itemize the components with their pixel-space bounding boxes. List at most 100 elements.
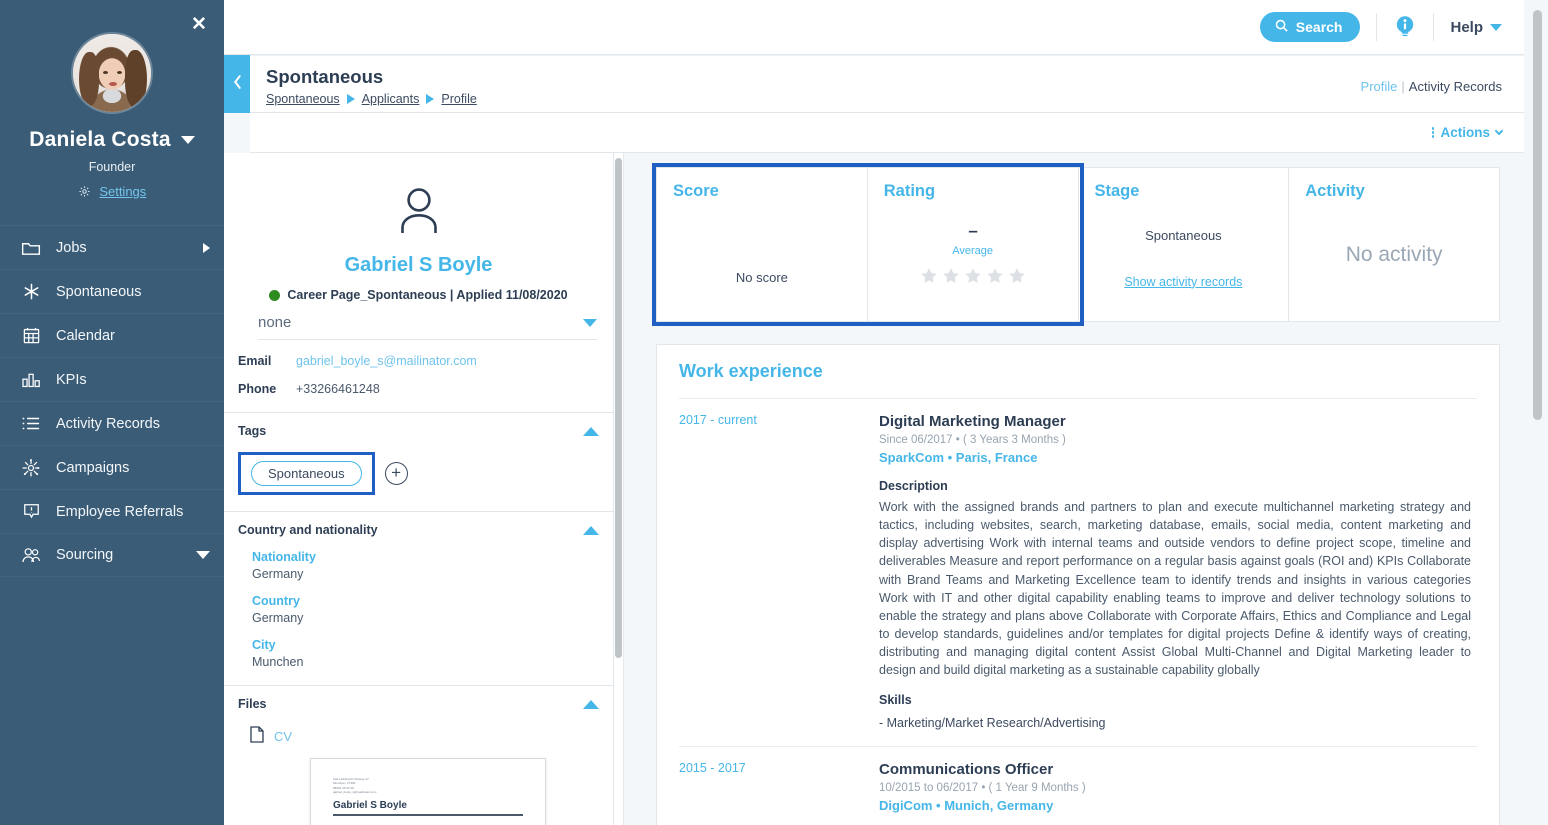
- sidebar-item-activity-records[interactable]: Activity Records: [0, 401, 224, 445]
- tag-highlight-box: Spontaneous: [238, 452, 375, 495]
- description-label: Description: [879, 479, 948, 493]
- card-body: Spontaneous Show activity records: [1095, 201, 1273, 309]
- star-icon[interactable]: [920, 267, 938, 290]
- job-entry: 2017 - current Digital Marketing Manager…: [679, 398, 1477, 730]
- more-vertical-icon: [1431, 127, 1435, 138]
- candidate-name[interactable]: Gabriel S Boyle: [224, 254, 613, 277]
- breadcrumb-item-2[interactable]: Profile: [441, 92, 476, 106]
- owner-select[interactable]: none: [258, 314, 597, 340]
- score-value: No score: [735, 269, 788, 285]
- tags-section: Tags Spontaneous +: [224, 412, 613, 507]
- divider: [1376, 13, 1378, 41]
- collapse-panel-button[interactable]: [224, 55, 250, 113]
- breadcrumb-separator-icon: [426, 94, 435, 105]
- sidebar-item-campaigns[interactable]: Campaigns: [0, 445, 224, 489]
- sidebar-item-label: Activity Records: [56, 415, 160, 432]
- tag-chip[interactable]: Spontaneous: [251, 461, 362, 486]
- skills-label: Skills: [879, 693, 912, 708]
- job-description: Work with the assigned brands and partne…: [879, 500, 1471, 678]
- profile-panel-scrollbar[interactable]: [615, 158, 622, 658]
- breadcrumb-item-0[interactable]: Spontaneous: [266, 92, 340, 106]
- work-experience-section: Work experience 2017 - current Digital M…: [656, 344, 1500, 825]
- rating-stars[interactable]: [920, 267, 1026, 290]
- card-body: – Average: [884, 201, 1062, 309]
- job-role: Digital Marketing Manager: [879, 413, 1066, 430]
- rating-value: –: [968, 220, 978, 240]
- cv-divider: [333, 814, 523, 817]
- file-link-cv[interactable]: CV: [274, 729, 292, 744]
- sidebar-item-label: Campaigns: [56, 459, 130, 476]
- cv-name: Gabriel S Boyle: [333, 800, 407, 812]
- person-icon: [224, 153, 613, 240]
- close-icon[interactable]: ✕: [188, 14, 210, 36]
- card-title: Rating: [883, 182, 936, 200]
- star-icon[interactable]: [1008, 267, 1026, 290]
- card-body: No score: [673, 201, 851, 309]
- breadcrumb: Spontaneous Applicants Profile: [266, 92, 477, 106]
- actions-label: Actions: [1440, 125, 1490, 140]
- card-activity: Activity No activity: [1289, 168, 1499, 321]
- star-icon[interactable]: [964, 267, 982, 290]
- email-value[interactable]: gabriel_boyle_s@mailinator.com: [296, 354, 477, 368]
- sidebar-item-calendar[interactable]: Calendar: [0, 313, 224, 357]
- files-title: Files: [238, 697, 267, 711]
- main-scrollbar[interactable]: [1533, 10, 1542, 420]
- list-icon: [18, 413, 44, 435]
- job-details: Communications Officer 10/2015 to 06/201…: [879, 761, 1477, 825]
- sidebar-item-label: Calendar: [56, 327, 115, 344]
- page-header: Spontaneous Spontaneous Applicants Profi…: [250, 55, 1524, 113]
- card-title: Score: [673, 182, 719, 200]
- field-value: Germany: [252, 611, 304, 625]
- sidebar-nav: Jobs Spontaneous Calendar KPIs Activity …: [0, 225, 224, 577]
- collapse-triangle-icon[interactable]: [583, 426, 599, 436]
- job-skills: - Marketing/Market Research/Advertising: [879, 716, 1106, 731]
- tab-profile[interactable]: Profile: [1361, 79, 1398, 94]
- sidebar-item-label: Spontaneous: [56, 283, 142, 300]
- cv-email: gabriel_boyle_s@mailinator.com: [333, 790, 377, 795]
- owner-select-value: none: [258, 314, 292, 331]
- phone-label: Phone: [238, 382, 277, 396]
- search-button[interactable]: Search: [1259, 12, 1361, 42]
- asterisk-icon: [18, 281, 44, 303]
- country-section: Country and nationality Nationality Germ…: [224, 511, 613, 681]
- sidebar-item-jobs[interactable]: Jobs: [0, 225, 224, 269]
- help-menu-button[interactable]: Help: [1450, 19, 1502, 36]
- job-details: Digital Marketing Manager Since 06/2017 …: [879, 413, 1477, 730]
- show-activity-records-link[interactable]: Show activity records: [1124, 275, 1242, 289]
- card-stage: Stage Spontaneous Show activity records: [1079, 168, 1290, 321]
- summary-cards: Score No score Rating – Average Stage Sp…: [652, 163, 1500, 326]
- sidebar-item-spontaneous[interactable]: Spontaneous: [0, 269, 224, 313]
- email-row: Email gabriel_boyle_s@mailinator.com: [238, 354, 597, 368]
- folder-icon: [18, 237, 44, 259]
- email-label: Email: [238, 354, 272, 368]
- info-bulb-icon[interactable]: [1393, 14, 1417, 40]
- collapse-triangle-icon[interactable]: [583, 699, 599, 709]
- add-tag-button[interactable]: +: [384, 462, 408, 485]
- job-duration: 10/2015 to 06/2017 • ( 1 Year 9 Months ): [879, 782, 1086, 795]
- files-section: Files CV Karl Liebknecht Strasse 47 Munc…: [224, 685, 613, 825]
- actions-menu-button[interactable]: Actions: [1431, 125, 1504, 140]
- sidebar-item-employee-referrals[interactable]: Employee Referrals: [0, 489, 224, 533]
- users-icon: [18, 544, 44, 566]
- user-menu-button[interactable]: Daniela Costa: [0, 128, 224, 152]
- card-body: No activity: [1305, 201, 1483, 309]
- actions-bar: Actions: [250, 113, 1524, 153]
- chevron-right-icon: [203, 242, 210, 253]
- sidebar-item-label: Sourcing: [56, 547, 114, 563]
- status-dot: [269, 289, 281, 301]
- job-role: Communications Officer: [879, 761, 1054, 779]
- star-icon[interactable]: [986, 267, 1004, 290]
- page-title: Spontaneous: [266, 66, 384, 87]
- cv-thumbnail[interactable]: Karl Liebknecht Strasse 47 Munchen, 2739…: [310, 758, 546, 825]
- sidebar-item-kpis[interactable]: KPIs: [0, 357, 224, 401]
- sidebar-item-sourcing[interactable]: Sourcing: [0, 533, 224, 577]
- field-city: City Munchen: [252, 638, 599, 669]
- settings-link[interactable]: Settings: [99, 184, 146, 199]
- card-score: Score No score: [657, 168, 868, 321]
- collapse-triangle-icon[interactable]: [583, 525, 599, 535]
- country-section-header: Country and nationality: [238, 523, 599, 537]
- breadcrumb-item-1[interactable]: Applicants: [362, 92, 420, 106]
- star-icon[interactable]: [942, 267, 960, 290]
- tab-activity-records[interactable]: Activity Records: [1409, 79, 1502, 94]
- avatar-hair-left: [79, 52, 99, 106]
